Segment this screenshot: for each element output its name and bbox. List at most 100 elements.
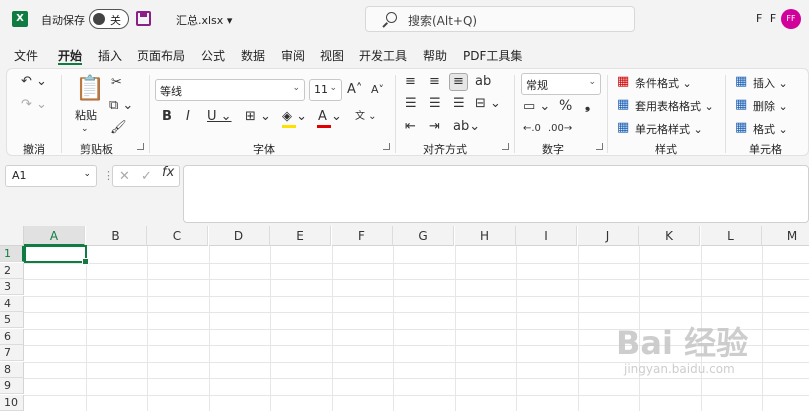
- column-header-g[interactable]: G: [393, 226, 454, 246]
- autosave-toggle[interactable]: 关: [89, 9, 129, 29]
- tab-help[interactable]: 帮助: [423, 47, 447, 64]
- number-format-select[interactable]: 常规 ⌄: [521, 73, 601, 95]
- row-header-1[interactable]: 1: [0, 246, 24, 262]
- format-cells-icon[interactable]: ▦: [735, 120, 747, 136]
- font-name-select[interactable]: 等线 ⌄: [155, 79, 305, 101]
- column-header-c[interactable]: C: [147, 226, 208, 246]
- increase-decimal-icon[interactable]: ←.0: [523, 121, 541, 137]
- italic-icon[interactable]: I: [186, 109, 190, 125]
- column-header-h[interactable]: H: [454, 226, 516, 246]
- percent-style-button[interactable]: %: [559, 98, 572, 114]
- increase-font-icon[interactable]: A˄: [347, 82, 362, 98]
- watermark-url: jingyan.baidu.com: [624, 362, 735, 376]
- column-header-l[interactable]: L: [700, 226, 762, 246]
- wrap-text-icon[interactable]: ab: [475, 74, 491, 90]
- tab-page-layout[interactable]: 页面布局: [137, 47, 185, 64]
- delete-cells-icon[interactable]: ▦: [735, 97, 747, 113]
- orientation-icon[interactable]: ab⌄: [453, 119, 480, 135]
- format-cells-button[interactable]: 格式 ⌄: [753, 121, 788, 137]
- column-header-k[interactable]: K: [639, 226, 700, 246]
- row-header-9[interactable]: 9: [0, 378, 24, 394]
- row-header-8[interactable]: 8: [0, 361, 24, 378]
- tab-home[interactable]: 开始: [58, 47, 82, 64]
- underline-icon[interactable]: U ⌄: [207, 109, 232, 125]
- format-as-table-button[interactable]: 套用表格格式 ⌄: [635, 98, 714, 114]
- tab-data[interactable]: 数据: [241, 47, 265, 64]
- select-all-corner[interactable]: [0, 226, 24, 246]
- row-header-4[interactable]: 4: [0, 295, 24, 312]
- file-name[interactable]: 汇总.xlsx ▾: [176, 12, 232, 28]
- format-as-table-icon[interactable]: ▦: [617, 97, 629, 113]
- comma-style-button[interactable]: ❟: [585, 98, 590, 114]
- tab-view[interactable]: 视图: [320, 47, 344, 64]
- fill-color-icon[interactable]: ◈ ⌄: [282, 109, 307, 125]
- increase-indent-icon[interactable]: ⇥: [429, 119, 440, 135]
- active-cell[interactable]: [24, 245, 89, 265]
- accounting-format-icon[interactable]: ▭ ⌄: [523, 99, 550, 115]
- row-header-5[interactable]: 5: [0, 312, 24, 328]
- cell-styles-button[interactable]: 单元格样式 ⌄: [635, 121, 703, 137]
- format-painter-icon[interactable]: 🖌: [110, 120, 127, 136]
- font-color-icon[interactable]: A ⌄: [318, 109, 342, 125]
- row-header-2[interactable]: 2: [0, 262, 24, 279]
- alignment-launcher-icon[interactable]: [502, 143, 509, 150]
- column-header-f[interactable]: F: [331, 226, 393, 246]
- column-header-b[interactable]: B: [85, 226, 147, 246]
- tab-developer[interactable]: 开发工具: [359, 47, 407, 64]
- tab-review[interactable]: 审阅: [281, 47, 305, 64]
- tab-formulas[interactable]: 公式: [201, 47, 225, 64]
- bold-icon[interactable]: B: [162, 109, 172, 125]
- cancel-icon[interactable]: ✕: [119, 169, 130, 184]
- row-header-10[interactable]: 10: [0, 394, 24, 411]
- insert-cells-button[interactable]: 插入 ⌄: [753, 75, 788, 91]
- conditional-formatting-icon[interactable]: ▦: [617, 74, 629, 90]
- clipboard-launcher-icon[interactable]: [137, 143, 144, 150]
- formula-input[interactable]: [183, 165, 809, 223]
- font-size-select[interactable]: 11 ⌄: [309, 79, 342, 101]
- column-header-j[interactable]: J: [577, 226, 639, 246]
- insert-function-button[interactable]: fx: [162, 165, 174, 180]
- chevron-down-icon: ▾: [226, 14, 233, 27]
- number-launcher-icon[interactable]: [596, 143, 603, 150]
- cell-styles-icon[interactable]: ▦: [617, 120, 629, 136]
- align-bottom-icon[interactable]: ≡: [449, 73, 468, 91]
- tab-file[interactable]: 文件: [14, 47, 38, 64]
- decrease-indent-icon[interactable]: ⇤: [405, 119, 416, 135]
- align-right-icon[interactable]: ☰: [453, 96, 465, 112]
- delete-cells-button[interactable]: 删除 ⌄: [753, 98, 788, 114]
- align-top-icon[interactable]: ≡: [405, 74, 416, 90]
- row-header-3[interactable]: 3: [0, 279, 24, 295]
- row-header-7[interactable]: 7: [0, 345, 24, 361]
- conditional-formatting-button[interactable]: 条件格式 ⌄: [635, 75, 692, 91]
- decrease-decimal-icon[interactable]: .00→: [548, 121, 572, 137]
- column-header-m[interactable]: M: [762, 226, 809, 246]
- column-header-a[interactable]: A: [24, 226, 85, 246]
- save-icon[interactable]: [136, 11, 151, 26]
- copy-icon[interactable]: ⧉ ⌄: [109, 98, 133, 114]
- search-icon: [386, 12, 397, 23]
- undo-icon[interactable]: ↶ ⌄: [21, 74, 47, 90]
- column-header-i[interactable]: I: [516, 226, 577, 246]
- column-header-d[interactable]: D: [208, 226, 270, 246]
- search-input[interactable]: 搜索(Alt+Q): [365, 6, 635, 32]
- align-middle-icon[interactable]: ≡: [429, 74, 440, 90]
- phonetic-icon[interactable]: 文 ⌄: [355, 109, 377, 125]
- align-center-icon[interactable]: ☰: [429, 96, 441, 112]
- merge-center-icon[interactable]: ⊟ ⌄: [475, 96, 501, 112]
- font-launcher-icon[interactable]: [383, 143, 390, 150]
- chevron-down-icon[interactable]: ⌄: [81, 121, 89, 137]
- column-header-e[interactable]: E: [270, 226, 331, 246]
- tab-pdf-tools[interactable]: PDF工具集: [463, 47, 522, 64]
- insert-cells-icon[interactable]: ▦: [735, 74, 747, 90]
- cut-icon[interactable]: ✂: [111, 75, 122, 91]
- row-header-6[interactable]: 6: [0, 328, 24, 345]
- name-box[interactable]: A1 ⌄: [5, 165, 97, 187]
- avatar[interactable]: FF: [781, 9, 801, 29]
- align-left-icon[interactable]: ☰: [405, 96, 417, 112]
- tab-insert[interactable]: 插入: [98, 47, 122, 64]
- enter-icon[interactable]: ✓: [141, 169, 152, 184]
- border-icon[interactable]: ⊞ ⌄: [245, 109, 271, 125]
- excel-logo-icon[interactable]: X: [12, 11, 28, 27]
- decrease-font-icon[interactable]: A˅: [371, 82, 384, 98]
- paste-icon[interactable]: 📋: [75, 75, 105, 101]
